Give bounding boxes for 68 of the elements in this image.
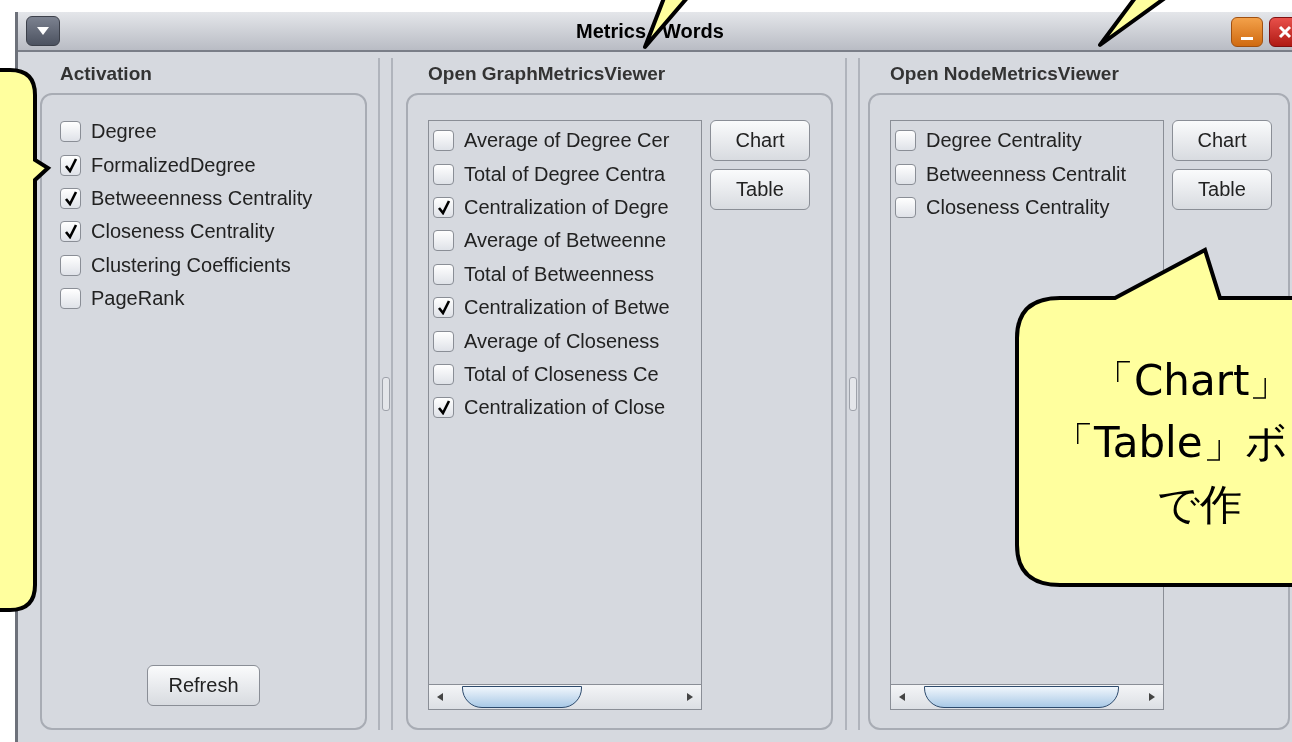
checkbox-item[interactable]: Degree Centrality	[895, 124, 1163, 158]
checkbox[interactable]	[433, 230, 454, 252]
chart-button[interactable]: Chart	[710, 120, 810, 161]
window-title: Words	[662, 19, 724, 43]
minimize-icon	[1241, 36, 1253, 40]
checkbox-item[interactable]: Degree	[60, 115, 347, 149]
checkmark-icon	[63, 224, 78, 240]
checkbox-item[interactable]: Average of Degree Cer	[433, 124, 701, 158]
checkbox-item[interactable]: Centralization of Betwe	[433, 290, 701, 325]
chart-button[interactable]: Chart	[1172, 120, 1272, 161]
checkmark-icon	[436, 300, 451, 316]
checkbox-item[interactable]: Total of Degree Centra	[433, 157, 701, 191]
checkbox[interactable]	[895, 130, 916, 152]
checkbox[interactable]	[433, 196, 454, 218]
checkbox-item[interactable]: Total of Betweenness	[433, 257, 701, 291]
refresh-button[interactable]: Refresh	[147, 665, 260, 706]
table-button[interactable]: Table	[710, 169, 810, 210]
checkbox[interactable]	[433, 397, 454, 419]
checkmark-icon	[436, 199, 451, 215]
checkbox-item[interactable]: Closeness Centrality	[895, 190, 1163, 225]
close-icon	[1278, 25, 1292, 39]
checkbox-item[interactable]: PageRank	[60, 281, 347, 316]
callout-tail	[1098, 0, 1167, 47]
checkbox[interactable]	[433, 263, 454, 285]
split-handle[interactable]	[381, 377, 390, 411]
checkbox-item[interactable]: Centralization of Degre	[433, 190, 701, 225]
split-handle[interactable]	[848, 377, 857, 411]
horizontal-scrollbar[interactable]	[891, 684, 1163, 709]
callout-text: 「Chart」	[1092, 356, 1292, 405]
checkbox[interactable]	[895, 196, 916, 218]
callout-text: で作	[1157, 480, 1242, 529]
scroll-thumb[interactable]	[462, 686, 582, 708]
panel-title: Open NodeMetricsViewer	[889, 62, 1120, 86]
checkbox[interactable]	[60, 288, 81, 310]
checkbox-item[interactable]: Betweenness Centralit	[895, 157, 1163, 191]
close-button[interactable]	[1269, 17, 1292, 47]
checkbox[interactable]	[433, 130, 454, 152]
checkbox-item[interactable]: Clustering Coefficients	[60, 248, 347, 282]
checkbox[interactable]	[433, 363, 454, 385]
checkbox[interactable]	[60, 121, 81, 143]
window-title: Metrics	[576, 19, 647, 43]
checkbox[interactable]	[433, 163, 454, 185]
checkmark-icon	[63, 157, 78, 173]
horizontal-scrollbar[interactable]	[429, 684, 701, 709]
checkbox-item[interactable]: Closeness Centrality	[60, 215, 347, 249]
minimize-button[interactable]	[1231, 17, 1263, 47]
panel-title: Open GraphMetricsViewer	[427, 62, 667, 86]
checkmark-icon	[63, 190, 78, 206]
checkbox-item[interactable]: Centralization of Close	[433, 391, 701, 425]
checkmark-icon	[436, 400, 451, 416]
panel-title: Activation	[59, 62, 153, 86]
checkbox-item[interactable]: Average of Betweenne	[433, 224, 701, 258]
checkbox[interactable]	[60, 254, 81, 276]
checkbox-item[interactable]: Betweeenness Centrality	[60, 181, 347, 216]
checkbox[interactable]	[433, 330, 454, 352]
checkbox[interactable]	[60, 187, 81, 209]
checkbox[interactable]	[433, 297, 454, 319]
checkbox-item[interactable]: FormalizedDegree	[60, 148, 347, 182]
checkbox-item[interactable]: Average of Closeness	[433, 324, 701, 358]
scroll-thumb[interactable]	[924, 686, 1119, 708]
checkbox[interactable]	[60, 154, 81, 176]
table-button[interactable]: Table	[1172, 169, 1272, 210]
checkbox[interactable]	[60, 221, 81, 243]
caret-icon	[36, 26, 50, 36]
callout-text: 「Table」ボ	[1052, 418, 1288, 467]
checkbox[interactable]	[895, 163, 916, 185]
checkbox-item[interactable]: Total of Closeness Ce	[433, 357, 701, 392]
window-menu-button[interactable]	[26, 16, 60, 46]
